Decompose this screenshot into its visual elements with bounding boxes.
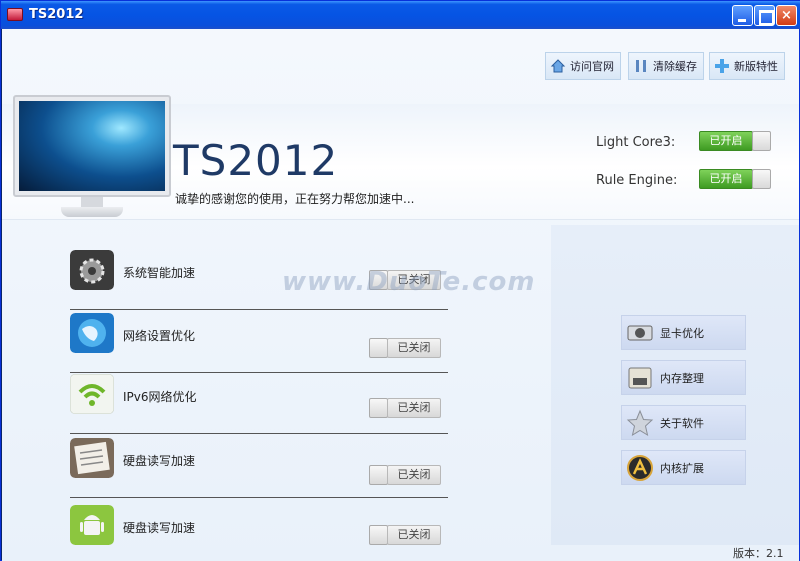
client-area: 访问官网 清除缓存 新版特性 TS2012 诚挚的感谢您的使用，正在努力帮您加速… [2,29,799,561]
wifi-icon [70,374,114,414]
feature-label: 网络设置优化 [123,329,196,343]
divider [70,497,448,498]
sidebar-item-label: 关于软件 [660,416,704,430]
toggle-state: 已开启 [699,169,753,189]
sidebar-item-memory[interactable]: 内存整理 [621,360,746,395]
home-icon [550,59,566,73]
toggle-knob [752,131,771,151]
app-title: TS2012 [173,136,339,185]
kernel-icon [627,454,653,481]
feature-switch-disk-1[interactable]: 已关闭 [369,465,441,485]
engine-label-rule-engine: Rule Engine: [596,173,678,188]
switch-knob [369,465,388,485]
sidebar-item-label: 显卡优化 [660,326,704,340]
divider [70,309,448,310]
sidebar-item-kernel[interactable]: 内核扩展 [621,450,746,485]
app-window: TS2012 × 访问官网 清除缓存 新版特性 TS2012 诚挚的感谢您的使用… [0,0,800,561]
title-bar[interactable]: TS2012 × [1,1,800,29]
divider [70,372,448,373]
switch-state: 已关闭 [387,525,441,545]
new-features-label: 新版特性 [734,60,778,73]
minimize-button[interactable] [732,5,753,26]
visit-site-label: 访问官网 [570,60,614,73]
feature-label: 硬盘读写加速 [123,521,196,535]
visit-site-button[interactable]: 访问官网 [545,52,621,80]
switch-state: 已关闭 [387,398,441,418]
memory-icon [628,367,652,388]
document-icon [70,438,114,478]
feature-switch-network[interactable]: 已关闭 [369,338,441,358]
switch-state: 已关闭 [387,338,441,358]
tools-icon [636,60,646,72]
gear-icon [70,250,114,290]
android-icon [70,505,114,545]
sidebar-item-label: 内核扩展 [660,461,704,475]
watermark: www.DuoTe.com [282,267,536,297]
switch-state: 已关闭 [387,465,441,485]
feature-switch-disk-2[interactable]: 已关闭 [369,525,441,545]
clear-cache-button[interactable]: 清除缓存 [628,52,704,80]
rule-engine-toggle[interactable]: 已开启 [699,169,771,189]
maximize-button[interactable] [754,5,775,26]
feature-switch-ipv6[interactable]: 已关闭 [369,398,441,418]
divider [70,433,448,434]
window-title: TS2012 [29,7,84,22]
toggle-state: 已开启 [699,131,753,151]
sidebar-item-label: 内存整理 [660,371,704,385]
engine-label-light-core: Light Core3: [596,135,676,150]
feature-label: 硬盘读写加速 [123,454,196,468]
status-message: 诚挚的感谢您的使用，正在努力帮您加速中... [175,192,415,206]
clear-cache-label: 清除缓存 [653,60,697,73]
sidebar-item-graphics[interactable]: 显卡优化 [621,315,746,350]
feature-label: IPv6网络优化 [123,390,197,404]
new-features-button[interactable]: 新版特性 [709,52,785,80]
feature-label: 系统智能加速 [123,266,196,280]
app-icon [7,8,23,21]
sidebar-item-about[interactable]: 关于软件 [621,405,746,440]
toggle-knob [752,169,771,189]
version-label: 版本：2.1 [733,547,784,560]
graphics-card-icon [627,325,653,340]
switch-knob [369,398,388,418]
globe-icon [70,313,114,353]
star-icon [626,409,654,436]
switch-knob [369,525,388,545]
plus-icon [715,59,729,73]
switch-knob [369,338,388,358]
close-icon: × [781,8,792,23]
close-button[interactable]: × [776,5,797,26]
monitor-image [13,95,171,223]
light-core-toggle[interactable]: 已开启 [699,131,771,151]
